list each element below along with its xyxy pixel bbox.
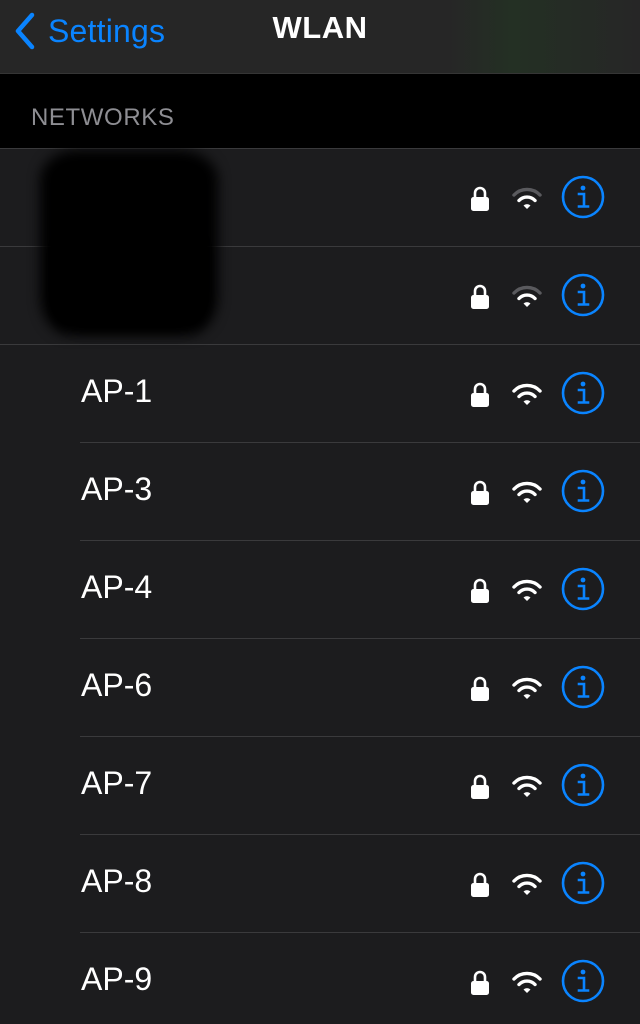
network-row[interactable] [0, 149, 640, 247]
section-header-label: NETWORKS [31, 104, 175, 131]
info-icon[interactable] [561, 763, 605, 807]
info-icon[interactable] [561, 273, 605, 317]
wifi-icon [511, 381, 543, 407]
network-name: AP-3 [81, 471, 153, 507]
wifi-icon [511, 871, 543, 897]
network-name: AP-6 [81, 667, 153, 703]
lock-icon [470, 382, 490, 408]
wifi-icon [511, 577, 543, 603]
page-title: WLAN [272, 10, 368, 45]
info-icon[interactable] [561, 665, 605, 709]
wifi-icon [511, 479, 543, 505]
network-row[interactable]: AP-9 [0, 933, 640, 1024]
network-name: AP-9 [81, 961, 153, 997]
lock-icon [470, 970, 490, 996]
network-row[interactable] [0, 247, 640, 345]
info-icon[interactable] [561, 175, 605, 219]
network-row[interactable]: AP-1 [0, 345, 640, 443]
network-name: AP-4 [81, 569, 153, 605]
lock-icon [470, 774, 490, 800]
wifi-icon [511, 283, 543, 309]
lock-icon [470, 578, 490, 604]
info-icon[interactable] [561, 861, 605, 905]
lock-icon [470, 676, 490, 702]
lock-icon [470, 186, 490, 212]
section-header: NETWORKS [0, 74, 640, 149]
lock-icon [470, 480, 490, 506]
wlan-settings-screen: Settings WLAN NETWORKS AP-1 AP-3 AP-4 AP… [0, 0, 640, 1024]
network-row[interactable]: AP-3 [0, 443, 640, 541]
info-icon[interactable] [561, 371, 605, 415]
info-icon[interactable] [561, 469, 605, 513]
navigation-bar: Settings WLAN [0, 0, 640, 74]
info-icon[interactable] [561, 959, 605, 1003]
wifi-icon [511, 969, 543, 995]
network-name: AP-7 [81, 765, 153, 801]
network-name: AP-1 [81, 373, 153, 409]
wifi-icon [511, 773, 543, 799]
wifi-icon [511, 185, 543, 211]
info-icon[interactable] [561, 567, 605, 611]
lock-icon [470, 872, 490, 898]
network-row[interactable]: AP-6 [0, 639, 640, 737]
network-row[interactable]: AP-8 [0, 835, 640, 933]
lock-icon [470, 284, 490, 310]
network-list: AP-1 AP-3 AP-4 AP-6 AP-7 AP-8 AP-9 [0, 149, 640, 1024]
network-row[interactable]: AP-7 [0, 737, 640, 835]
network-name: AP-8 [81, 863, 153, 899]
wifi-icon [511, 675, 543, 701]
network-row[interactable]: AP-4 [0, 541, 640, 639]
